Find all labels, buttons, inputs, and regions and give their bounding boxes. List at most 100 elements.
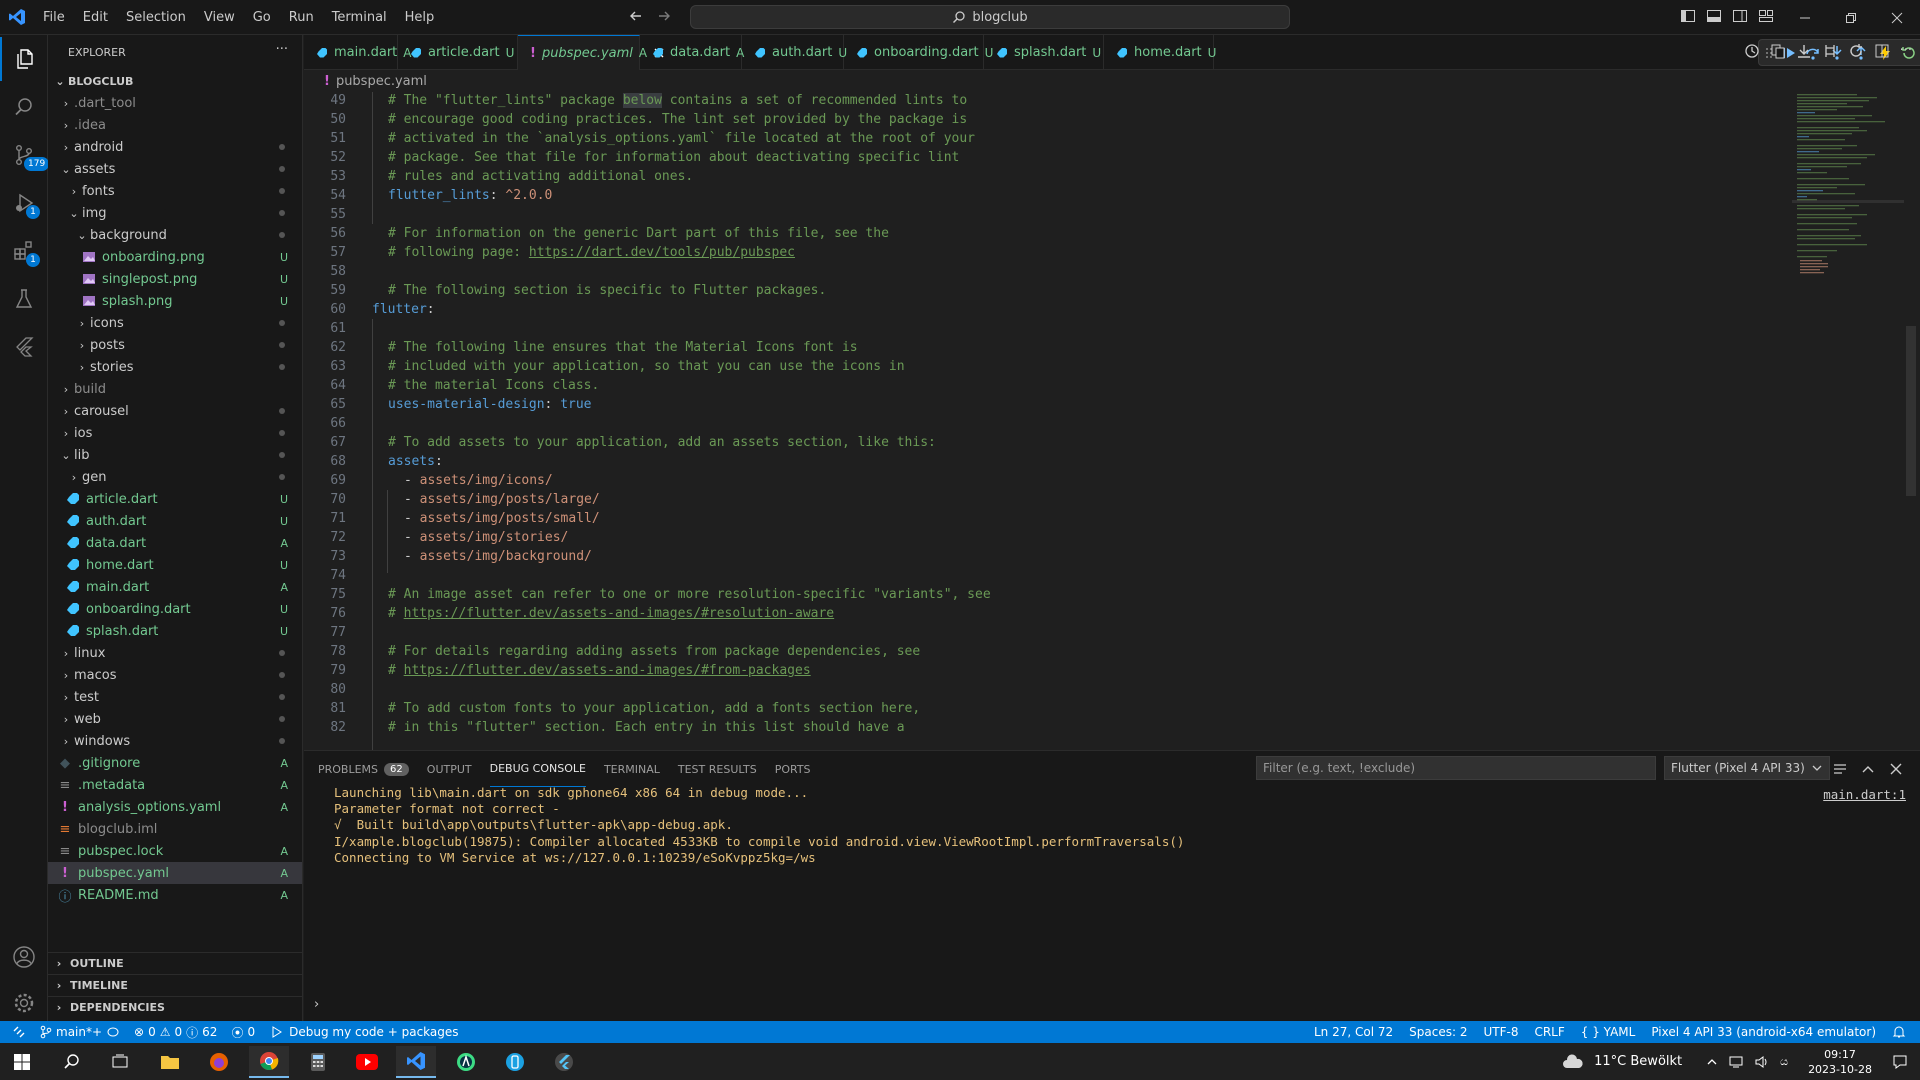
close-window-icon[interactable]	[1874, 0, 1920, 35]
tab-article-dart[interactable]: article.dart U	[398, 35, 518, 70]
file-item[interactable]: ≡ .metadata A	[48, 774, 302, 796]
toggle-primary-sidebar-icon[interactable]	[1680, 8, 1696, 24]
folder-item[interactable]: › posts	[48, 334, 302, 356]
history-icon[interactable]	[1744, 43, 1760, 59]
minimap[interactable]	[1792, 92, 1904, 292]
timeline-section[interactable]: › TIMELINE	[48, 974, 302, 996]
source-control-icon[interactable]: 179	[0, 133, 50, 177]
tab-output[interactable]: OUTPUT	[427, 751, 472, 787]
calculator-icon[interactable]	[298, 1046, 338, 1078]
debug-config-indicator[interactable]: Debug my code + packages	[269, 1025, 459, 1039]
encoding[interactable]: UTF-8	[1483, 1025, 1518, 1039]
folder-item[interactable]: › .dart_tool	[48, 92, 302, 114]
customize-layout-icon[interactable]	[1758, 8, 1774, 24]
file-item[interactable]: ≡ blogclub.iml	[48, 818, 302, 840]
file-item[interactable]: ! pubspec.yaml A	[48, 862, 302, 884]
task-view-icon[interactable]	[100, 1046, 140, 1078]
close-panel-icon[interactable]	[1888, 761, 1904, 777]
folder-item[interactable]: › icons	[48, 312, 302, 334]
menu-help[interactable]: Help	[396, 10, 444, 25]
vscode-taskbar-icon[interactable]	[396, 1046, 436, 1078]
console-filter-input[interactable]: Filter (e.g. text, !exclude)	[1256, 756, 1656, 780]
file-item[interactable]: onboarding.dart U	[48, 598, 302, 620]
breadcrumb-file[interactable]: pubspec.yaml	[336, 74, 427, 89]
folder-item[interactable]: › stories	[48, 356, 302, 378]
problems-indicator[interactable]: ⊗ 0 ⚠ 0 ⓘ 62	[134, 1024, 217, 1041]
folder-item[interactable]: › ios	[48, 422, 302, 444]
minimize-icon[interactable]	[1782, 0, 1828, 35]
windows-start-icon[interactable]	[2, 1046, 42, 1078]
file-item[interactable]: data.dart A	[48, 532, 302, 554]
restore-icon[interactable]	[1828, 0, 1874, 35]
cursor-position[interactable]: Ln 27, Col 72	[1314, 1025, 1393, 1039]
folder-item[interactable]: › gen	[48, 466, 302, 488]
android-studio-icon[interactable]	[446, 1046, 486, 1078]
folder-item[interactable]: › macos	[48, 664, 302, 686]
toggle-secondary-sidebar-icon[interactable]	[1732, 8, 1748, 24]
more-actions-icon[interactable]: ···	[1900, 43, 1912, 59]
notifications-bell-icon[interactable]	[1892, 1025, 1906, 1039]
outline-section[interactable]: › OUTLINE	[48, 952, 302, 974]
debug-session-select[interactable]: Flutter (Pixel 4 API 33)	[1664, 756, 1830, 780]
command-center-search[interactable]: blogclub	[690, 5, 1290, 29]
folder-item[interactable]: › test	[48, 686, 302, 708]
tab-test-results[interactable]: TEST RESULTS	[678, 751, 757, 787]
folder-item[interactable]: › linux	[48, 642, 302, 664]
download-icon[interactable]	[1796, 43, 1812, 59]
tab-debug-console[interactable]: DEBUG CONSOLE	[489, 751, 586, 787]
menu-view[interactable]: View	[195, 10, 244, 25]
file-item[interactable]: onboarding.png U	[48, 246, 302, 268]
file-explorer-icon[interactable]	[150, 1046, 190, 1078]
account-icon[interactable]	[0, 935, 48, 979]
folder-item[interactable]: › .idea	[48, 114, 302, 136]
code-editor[interactable]: 4849505152535455565758596061626364656667…	[304, 92, 1920, 750]
folder-item[interactable]: › carousel	[48, 400, 302, 422]
tab-onboarding-dart[interactable]: onboarding.dart U	[844, 35, 993, 70]
file-item[interactable]: splash.png U	[48, 290, 302, 312]
file-item[interactable]: ≡ pubspec.lock A	[48, 840, 302, 862]
settings-gear-icon[interactable]	[0, 981, 48, 1025]
menu-edit[interactable]: Edit	[74, 10, 117, 25]
chevron-up-icon[interactable]	[1706, 1056, 1718, 1068]
back-arrow-icon[interactable]	[628, 8, 644, 24]
menu-file[interactable]: File	[34, 10, 74, 25]
tab-terminal[interactable]: TERMINAL	[604, 751, 660, 787]
weather-text[interactable]: 11°C Bewölkt	[1594, 1054, 1682, 1069]
split-editor-icon[interactable]	[1874, 43, 1890, 59]
refresh-icon[interactable]	[1848, 43, 1864, 59]
tab-splash-dart[interactable]: splash.dart U	[984, 35, 1104, 70]
file-item[interactable]: ⓘ README.md A	[48, 884, 302, 906]
folder-item[interactable]: › android	[48, 136, 302, 158]
folder-item[interactable]: ⌄ lib	[48, 444, 302, 466]
testing-icon[interactable]	[0, 277, 48, 321]
menu-selection[interactable]: Selection	[117, 10, 195, 25]
folder-item[interactable]: › web	[48, 708, 302, 730]
folder-item[interactable]: ⌄ assets	[48, 158, 302, 180]
tab-pubspec-yaml[interactable]: ! pubspec.yaml A	[518, 35, 664, 70]
tab-data-dart[interactable]: data.dart A	[640, 35, 744, 70]
tab-auth-dart[interactable]: auth.dart U	[742, 35, 847, 70]
tab-ports[interactable]: PORTS	[775, 751, 811, 787]
youtube-icon[interactable]	[347, 1046, 387, 1078]
flutter-app-icon[interactable]	[544, 1046, 584, 1078]
network-icon[interactable]	[1728, 1055, 1744, 1069]
file-item[interactable]: ◆ .gitignore A	[48, 752, 302, 774]
dependencies-section[interactable]: › DEPENDENCIES	[48, 996, 302, 1018]
file-item[interactable]: main.dart A	[48, 576, 302, 598]
open-changes-icon[interactable]	[1770, 43, 1786, 59]
file-item[interactable]: splash.dart U	[48, 620, 302, 642]
file-item[interactable]: ! analysis_options.yaml A	[48, 796, 302, 818]
device-indicator[interactable]: Pixel 4 API 33 (android-x64 emulator)	[1651, 1025, 1876, 1039]
compare-icon[interactable]	[1822, 43, 1838, 59]
folder-item[interactable]: ⌄ img	[48, 202, 302, 224]
language-mode[interactable]: { } YAML	[1581, 1025, 1636, 1039]
weather-cloud-icon[interactable]	[1562, 1053, 1584, 1070]
line-endings[interactable]: CRLF	[1534, 1025, 1564, 1039]
ports-indicator[interactable]: ⦿ 0	[231, 1024, 255, 1041]
tab-main-dart[interactable]: main.dart A	[304, 35, 412, 70]
folder-item[interactable]: › windows	[48, 730, 302, 752]
firefox-icon[interactable]	[199, 1046, 239, 1078]
chrome-icon[interactable]	[249, 1046, 289, 1078]
more-actions-icon[interactable]: ···	[276, 42, 288, 57]
tab-problems[interactable]: PROBLEMS 62	[318, 751, 409, 787]
